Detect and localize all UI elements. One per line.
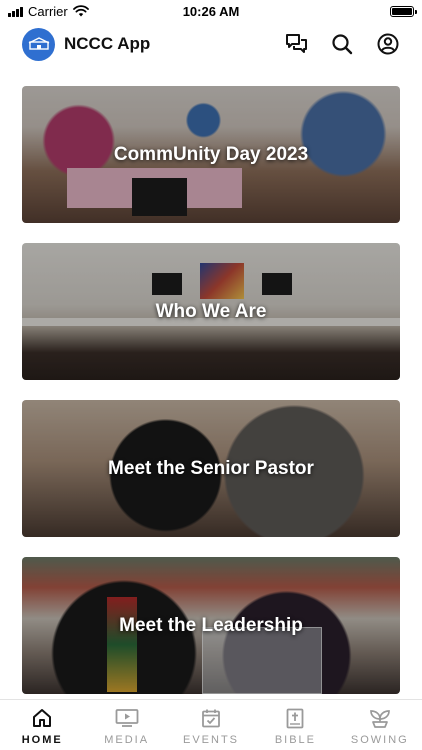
card-title: CommUnity Day 2023 bbox=[113, 143, 309, 165]
header-actions bbox=[284, 32, 400, 56]
tab-label: SOWING bbox=[350, 734, 409, 746]
status-right bbox=[274, 5, 417, 17]
signal-icon bbox=[8, 6, 23, 17]
tab-label: EVENTS bbox=[183, 734, 240, 746]
status-bar: Carrier 10:26 AM bbox=[0, 0, 422, 22]
tab-bible[interactable]: BIBLE bbox=[253, 700, 337, 750]
app-title: NCCC App bbox=[64, 34, 151, 53]
status-left: Carrier bbox=[8, 4, 148, 19]
card-title: Meet the Leadership bbox=[119, 614, 303, 636]
tab-label: HOME bbox=[21, 734, 63, 746]
card-leadership[interactable]: Meet the Leadership bbox=[22, 557, 400, 694]
tab-bar: HOME MEDIA EVENTS BIBLE SOWING bbox=[0, 699, 422, 750]
wifi-icon bbox=[72, 5, 89, 17]
media-icon bbox=[115, 707, 139, 729]
chat-bubbles-icon[interactable] bbox=[284, 32, 308, 56]
battery-icon bbox=[390, 5, 417, 17]
card-title: Who We Are bbox=[155, 300, 267, 322]
status-time: 10:26 AM bbox=[182, 3, 240, 19]
sowing-icon bbox=[368, 707, 392, 729]
carrier-label: Carrier bbox=[28, 3, 68, 19]
card-title: Meet the Senior Pastor bbox=[108, 457, 314, 479]
tab-home[interactable]: HOME bbox=[0, 700, 84, 750]
card-community-day[interactable]: CommUnity Day 2023 bbox=[22, 86, 400, 223]
tab-media[interactable]: MEDIA bbox=[84, 700, 168, 750]
church-logo-icon bbox=[28, 37, 49, 50]
events-icon bbox=[199, 707, 223, 729]
tab-sowing[interactable]: SOWING bbox=[338, 700, 422, 750]
search-icon[interactable] bbox=[330, 32, 354, 56]
card-who-we-are[interactable]: Who We Are bbox=[22, 243, 400, 380]
app-logo bbox=[22, 27, 55, 61]
tab-events[interactable]: EVENTS bbox=[169, 700, 253, 750]
tab-label: MEDIA bbox=[104, 734, 150, 746]
home-icon bbox=[30, 707, 54, 729]
app-header: NCCC App bbox=[0, 26, 422, 62]
profile-icon[interactable] bbox=[376, 32, 400, 56]
content-feed: CommUnity Day 2023 Who We Are Meet the S… bbox=[22, 86, 400, 714]
bible-icon bbox=[283, 707, 307, 729]
card-senior-pastor[interactable]: Meet the Senior Pastor bbox=[22, 400, 400, 537]
tab-label: BIBLE bbox=[274, 734, 317, 746]
